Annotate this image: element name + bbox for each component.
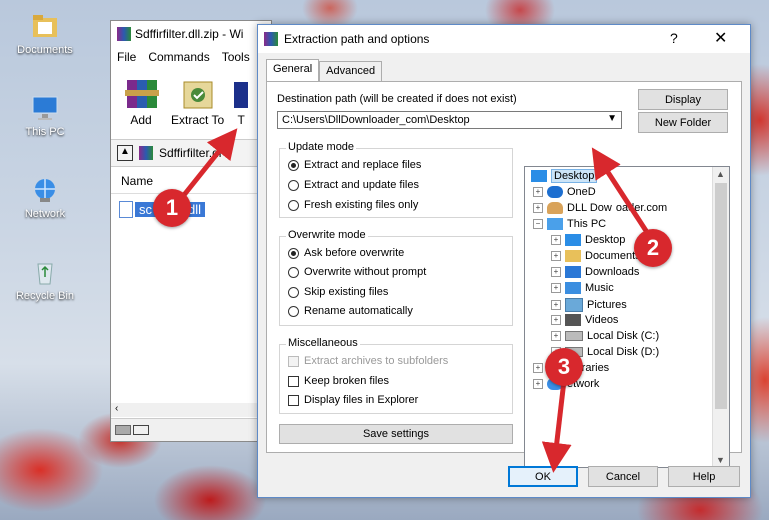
step-marker-2: 2 (634, 229, 672, 267)
step-marker-3: 3 (545, 348, 583, 386)
arrow-1 (178, 128, 238, 202)
arrow-2 (591, 147, 655, 242)
step-marker-1: 1 (153, 189, 191, 227)
